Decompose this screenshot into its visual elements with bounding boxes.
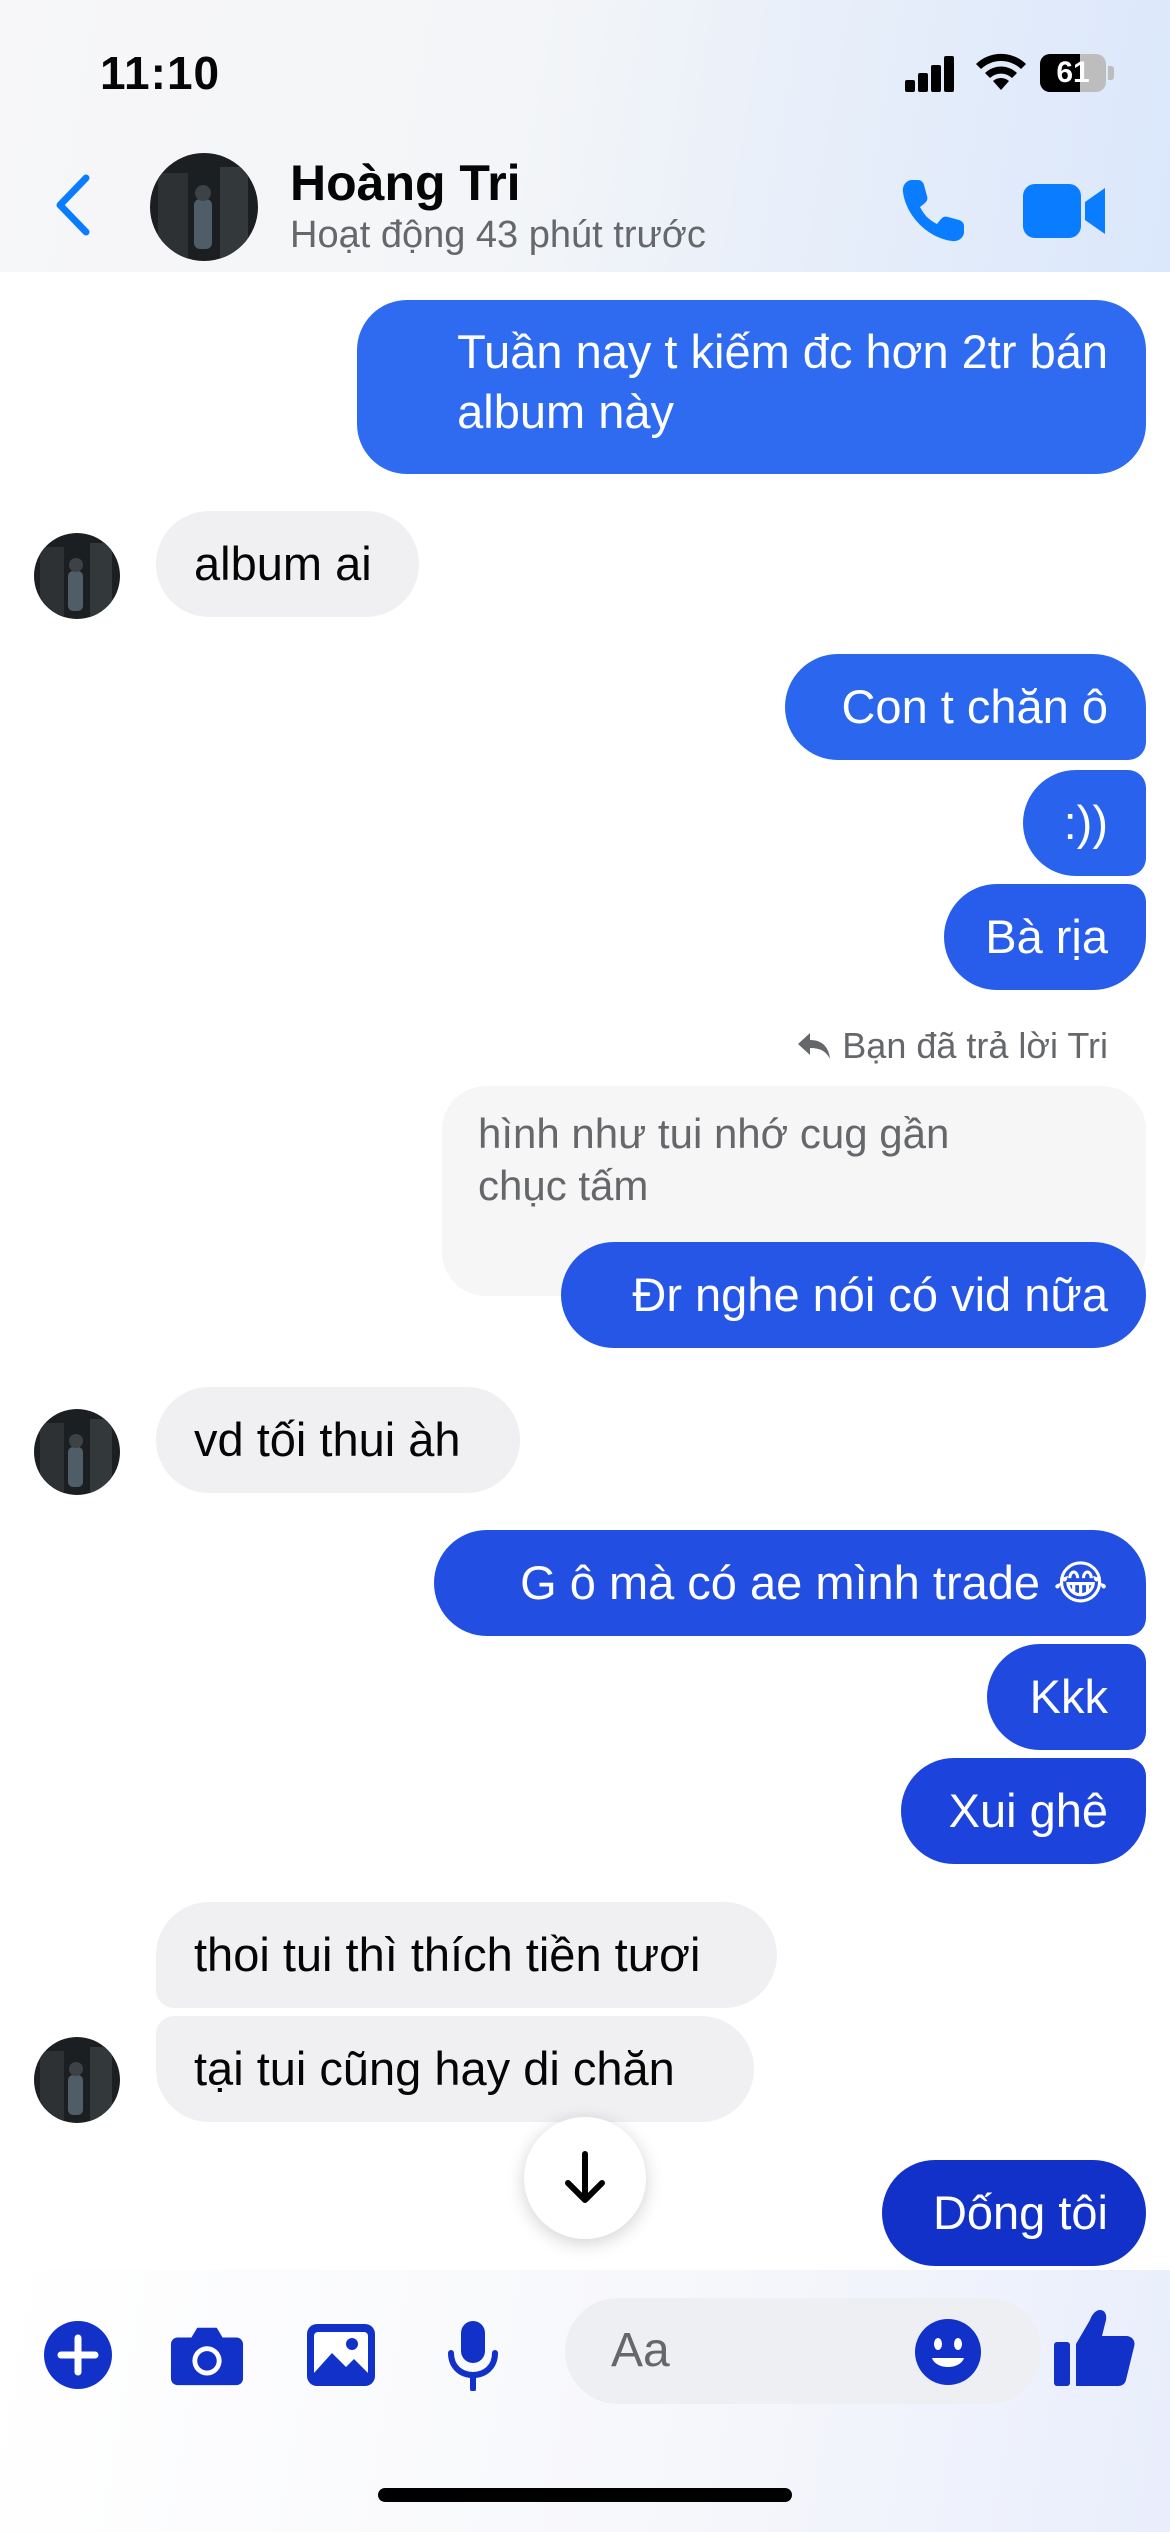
plus-button[interactable] [41, 2318, 115, 2392]
contact-active-status: Hoạt động 43 phút trước [290, 214, 706, 256]
status-time: 11:10 [100, 47, 221, 99]
incoming-message[interactable]: album ai [156, 511, 419, 617]
microphone-icon [448, 2321, 498, 2391]
message-text: tại tui cũng hay di chăn [194, 2042, 675, 2095]
incoming-message[interactable]: tại tui cũng hay di chăn [156, 2016, 754, 2122]
contact-avatar-small[interactable] [34, 1409, 120, 1495]
message-text: album ai [194, 537, 372, 590]
message-text: vd tối thui àh [194, 1413, 461, 1466]
home-indicator [378, 2488, 792, 2502]
message-text: G ô mà có ae mình trade 😂 [520, 1556, 1108, 1609]
contact-name[interactable]: Hoàng Tri [290, 154, 521, 212]
gallery-icon [307, 2324, 375, 2386]
battery-percent: 61 [1056, 56, 1090, 89]
scroll-to-bottom-button[interactable] [524, 2117, 646, 2239]
chat-header: 11:10 61 Hoàng Tri Hoạt động 43 phút trư… [0, 0, 1170, 272]
outgoing-message[interactable]: Xui ghê [901, 1758, 1146, 1864]
outgoing-message[interactable]: Đr nghe nói có vid nữa [561, 1242, 1146, 1348]
outgoing-message[interactable]: Bà rịa [944, 884, 1146, 990]
outgoing-message[interactable]: :)) [1023, 770, 1146, 876]
incoming-message[interactable]: thoi tui thì thích tiền tươi [156, 1902, 777, 2008]
camera-icon [170, 2327, 244, 2386]
message-text: Con t chăn ô [841, 680, 1108, 733]
message-text: thoi tui thì thích tiền tươi [194, 1928, 701, 1981]
message-text: :)) [1063, 796, 1108, 849]
contact-avatar-small[interactable] [34, 2037, 120, 2123]
message-text: Tuần nay t kiếm đc hơn 2tr bán [457, 325, 1108, 378]
message-text: album này [457, 385, 674, 438]
message-text: Kkk [1029, 1670, 1108, 1723]
outgoing-message[interactable]: Dống tôi [882, 2160, 1146, 2266]
camera-button[interactable] [170, 2318, 244, 2392]
emoji-icon[interactable] [914, 2318, 982, 2386]
outgoing-message[interactable]: Kkk [987, 1644, 1146, 1750]
microphone-button[interactable] [436, 2318, 510, 2392]
video-camera-icon[interactable] [1023, 180, 1107, 242]
back-chevron-icon[interactable] [48, 170, 98, 240]
battery-icon: 61 [1040, 54, 1114, 92]
message-text: Đr nghe nói có vid nữa [632, 1268, 1108, 1321]
quoted-text: hình như tui nhớ cug gần [478, 1110, 950, 1157]
message-text: Dống tôi [932, 2186, 1108, 2239]
plus-icon [44, 2321, 112, 2389]
outgoing-message[interactable]: Con t chăn ô [785, 654, 1146, 760]
wifi-icon [976, 53, 1026, 90]
contact-avatar[interactable] [150, 153, 258, 261]
outgoing-message[interactable]: G ô mà có ae mình trade 😂 [434, 1530, 1146, 1636]
thumbs-up-icon[interactable] [1052, 2306, 1136, 2390]
reply-indicator: Bạn đã trả lời Tri [796, 1025, 1108, 1067]
gallery-button[interactable] [304, 2318, 378, 2392]
reply-arrow-icon [798, 1033, 831, 1059]
phone-icon[interactable] [898, 176, 968, 246]
message-text: Xui ghê [948, 1784, 1108, 1837]
quoted-text: chục tấm [478, 1162, 649, 1209]
cellular-signal-icon [905, 56, 955, 92]
incoming-message[interactable]: vd tối thui àh [156, 1387, 520, 1493]
contact-avatar-small[interactable] [34, 533, 120, 619]
message-text: Bà rịa [985, 910, 1108, 963]
reply-label-text: Bạn đã trả lời Tri [842, 1025, 1108, 1066]
outgoing-message[interactable]: Tuần nay t kiếm đc hơn 2tr bán album này [357, 300, 1146, 474]
arrow-down-icon [565, 2151, 605, 2203]
